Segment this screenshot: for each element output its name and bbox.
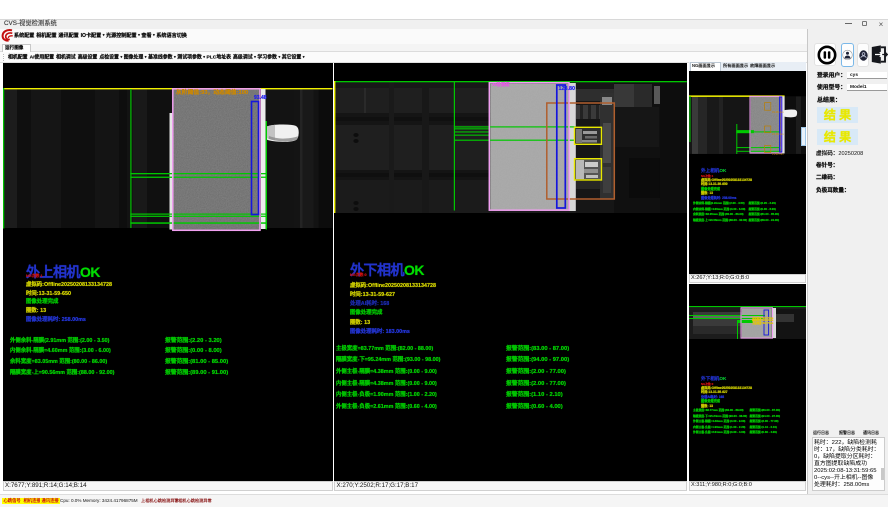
svg-text:13.40 mm: 13.40 mm bbox=[772, 152, 784, 156]
svg-text:93.48 mm: 93.48 mm bbox=[772, 110, 784, 114]
svg-text:23.48 mm: 23.48 mm bbox=[772, 132, 784, 136]
